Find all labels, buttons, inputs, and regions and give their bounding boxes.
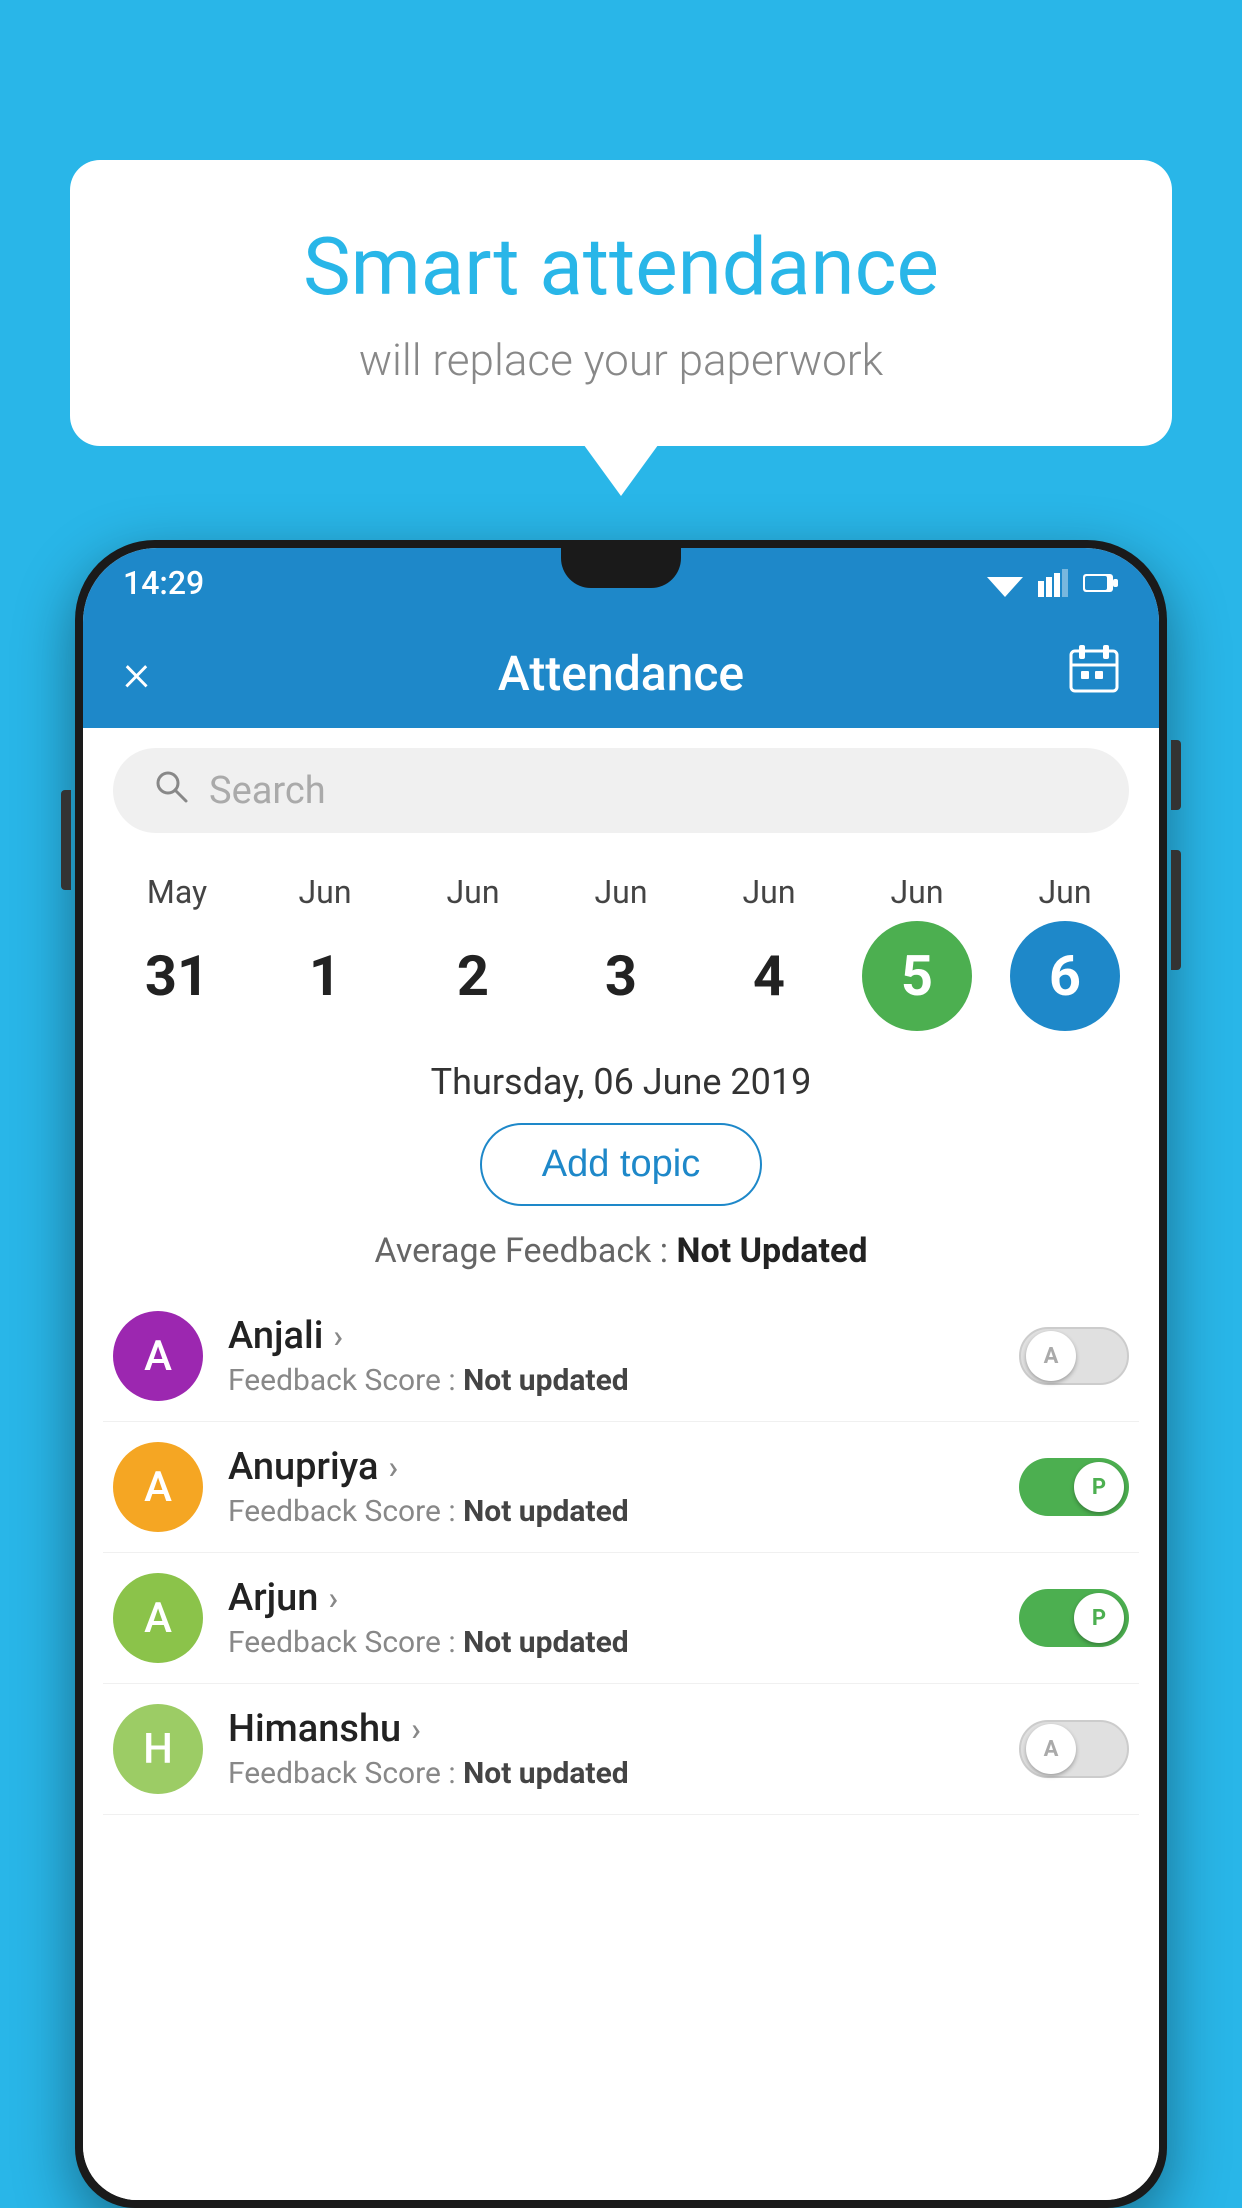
student-item[interactable]: A Anupriya › Feedback Score : Not updated P xyxy=(103,1422,1139,1553)
toggle-knob: P xyxy=(1074,1593,1124,1643)
phone-frame: 14:29 × Attendan xyxy=(75,540,1167,2208)
date-month: Jun xyxy=(595,873,648,911)
date-col[interactable]: Jun 1 xyxy=(260,873,390,1031)
chevron-icon: › xyxy=(328,1579,338,1617)
avg-feedback: Average Feedback : Not Updated xyxy=(83,1231,1159,1271)
battery-icon xyxy=(1083,572,1119,594)
student-feedback: Feedback Score : Not updated xyxy=(228,1363,999,1398)
student-info: Anupriya › Feedback Score : Not updated xyxy=(228,1445,999,1529)
attendance-toggle[interactable]: A xyxy=(1019,1720,1129,1778)
student-avatar: A xyxy=(113,1573,203,1663)
status-icons xyxy=(987,569,1119,597)
date-number[interactable]: 2 xyxy=(418,921,528,1031)
date-month: Jun xyxy=(299,873,352,911)
date-number[interactable]: 3 xyxy=(566,921,676,1031)
app-bar: × Attendance xyxy=(83,618,1159,728)
date-strip: May 31 Jun 1 Jun 2 Jun 3 Jun 4 Jun 5 Jun 6 xyxy=(83,853,1159,1031)
toggle-knob: P xyxy=(1074,1462,1124,1512)
date-number[interactable]: 1 xyxy=(270,921,380,1031)
student-avatar: A xyxy=(113,1311,203,1401)
app-content: Search May 31 Jun 1 Jun 2 Jun 3 Jun 4 Jun 5 Jun 6 Thu… xyxy=(83,728,1159,2200)
date-col[interactable]: May 31 xyxy=(112,873,242,1031)
volume-button xyxy=(61,790,71,890)
date-month: Jun xyxy=(447,873,500,911)
student-name[interactable]: Himanshu › xyxy=(228,1707,999,1751)
power-button xyxy=(1171,740,1181,810)
volume-down-button xyxy=(1171,850,1181,970)
search-bar[interactable]: Search xyxy=(113,748,1129,833)
attendance-toggle[interactable]: P xyxy=(1019,1589,1129,1647)
attendance-toggle[interactable]: P xyxy=(1019,1458,1129,1516)
student-item[interactable]: A Arjun › Feedback Score : Not updated P xyxy=(103,1553,1139,1684)
date-number[interactable]: 31 xyxy=(122,921,232,1031)
student-info: Himanshu › Feedback Score : Not updated xyxy=(228,1707,999,1791)
search-icon xyxy=(153,768,189,813)
app-bar-title: Attendance xyxy=(498,645,744,702)
student-info: Anjali › Feedback Score : Not updated xyxy=(228,1314,999,1398)
avg-feedback-label: Average Feedback : xyxy=(375,1231,669,1271)
speech-bubble: Smart attendance will replace your paper… xyxy=(70,160,1172,446)
date-col[interactable]: Jun 5 xyxy=(852,873,982,1031)
toggle-container[interactable]: P xyxy=(1019,1589,1129,1647)
date-number[interactable]: 5 xyxy=(862,921,972,1031)
speech-bubble-container: Smart attendance will replace your paper… xyxy=(70,160,1172,446)
date-month: Jun xyxy=(1039,873,1092,911)
date-month: May xyxy=(147,873,207,911)
toggle-knob: A xyxy=(1026,1724,1076,1774)
status-time: 14:29 xyxy=(123,564,204,602)
student-feedback: Feedback Score : Not updated xyxy=(228,1756,999,1791)
student-info: Arjun › Feedback Score : Not updated xyxy=(228,1576,999,1660)
phone-notch xyxy=(561,548,681,588)
close-button[interactable]: × xyxy=(123,647,150,699)
student-feedback: Feedback Score : Not updated xyxy=(228,1625,999,1660)
chevron-icon: › xyxy=(388,1448,398,1486)
toggle-container[interactable]: P xyxy=(1019,1458,1129,1516)
date-number[interactable]: 4 xyxy=(714,921,824,1031)
selected-date-label: Thursday, 06 June 2019 xyxy=(83,1031,1159,1123)
date-number[interactable]: 6 xyxy=(1010,921,1120,1031)
calendar-icon[interactable] xyxy=(1069,643,1119,704)
wifi-icon xyxy=(987,569,1023,597)
student-name[interactable]: Arjun › xyxy=(228,1576,999,1620)
signal-icon xyxy=(1038,569,1068,597)
student-avatar: H xyxy=(113,1704,203,1794)
search-input[interactable]: Search xyxy=(209,769,326,813)
chevron-icon: › xyxy=(333,1317,343,1355)
student-name[interactable]: Anupriya › xyxy=(228,1445,999,1489)
toggle-knob: A xyxy=(1026,1331,1076,1381)
phone-screen: 14:29 × Attendan xyxy=(83,548,1159,2200)
date-col[interactable]: Jun 6 xyxy=(1000,873,1130,1031)
date-month: Jun xyxy=(891,873,944,911)
date-col[interactable]: Jun 4 xyxy=(704,873,834,1031)
student-item[interactable]: H Himanshu › Feedback Score : Not updated A xyxy=(103,1684,1139,1815)
toggle-container[interactable]: A xyxy=(1019,1720,1129,1778)
student-feedback: Feedback Score : Not updated xyxy=(228,1494,999,1529)
student-item[interactable]: A Anjali › Feedback Score : Not updated A xyxy=(103,1291,1139,1422)
attendance-toggle[interactable]: A xyxy=(1019,1327,1129,1385)
toggle-container[interactable]: A xyxy=(1019,1327,1129,1385)
date-col[interactable]: Jun 2 xyxy=(408,873,538,1031)
avg-feedback-value: Not Updated xyxy=(676,1231,867,1271)
chevron-icon: › xyxy=(411,1710,421,1748)
speech-bubble-title: Smart attendance xyxy=(150,220,1092,314)
student-avatar: A xyxy=(113,1442,203,1532)
student-name[interactable]: Anjali › xyxy=(228,1314,999,1358)
student-list: AAnjali ›Feedback Score : Not updatedAAA… xyxy=(83,1291,1159,1815)
add-topic-button[interactable]: Add topic xyxy=(480,1123,762,1206)
date-month: Jun xyxy=(743,873,796,911)
speech-bubble-subtitle: will replace your paperwork xyxy=(150,334,1092,386)
date-col[interactable]: Jun 3 xyxy=(556,873,686,1031)
